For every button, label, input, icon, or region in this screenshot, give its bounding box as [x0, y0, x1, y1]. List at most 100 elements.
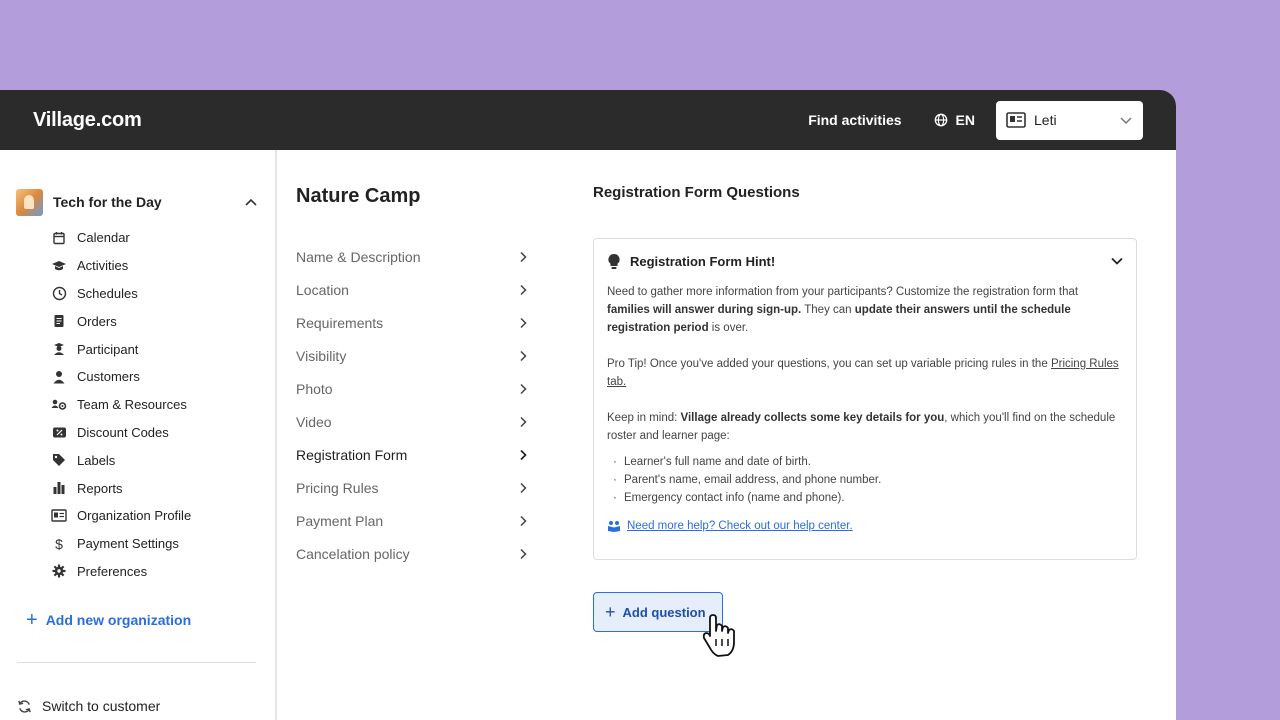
chevron-right-icon: [520, 483, 527, 494]
menu-item-visibility[interactable]: Visibility: [296, 339, 536, 372]
menu-item-label: Requirements: [296, 314, 384, 331]
menu-item-label: Photo: [296, 380, 333, 397]
sidebar-item-label: Orders: [77, 313, 117, 329]
chevron-up-icon[interactable]: [244, 196, 258, 210]
sidebar-item-activities[interactable]: Activities: [50, 252, 191, 280]
hint-text: Need to gather more information from you…: [607, 286, 1079, 298]
help-center-link[interactable]: Need more help? Check out our help cente…: [627, 517, 853, 535]
menu-item-requirements[interactable]: Requirements: [296, 306, 536, 339]
add-question-label: Add question: [622, 604, 706, 620]
menu-item-name-description[interactable]: Name & Description: [296, 240, 536, 273]
chevron-right-icon: [520, 317, 527, 328]
sidebar-item-label: Organization Profile: [77, 508, 192, 524]
menu-item-location[interactable]: Location: [296, 273, 536, 306]
user-dropdown[interactable]: Leti: [996, 100, 1143, 140]
hint-text: They can: [801, 304, 855, 316]
hint-header[interactable]: Registration Form Hint!: [607, 251, 1123, 271]
team-icon: [50, 396, 68, 414]
sidebar-item-team-resources[interactable]: Team & Resources: [50, 391, 191, 419]
section-title: Registration Form Questions: [593, 184, 800, 201]
calendar-icon: [50, 229, 68, 247]
menu-item-cancelation-policy[interactable]: Cancelation policy: [296, 538, 536, 571]
add-organization-button[interactable]: + Add new organization: [26, 609, 192, 631]
sidebar-item-reports[interactable]: Reports: [50, 474, 191, 502]
clock-icon: [50, 284, 68, 302]
chevron-right-icon: [520, 383, 527, 394]
sidebar-item-label: Activities: [77, 258, 129, 274]
menu-item-label: Cancelation policy: [296, 546, 410, 563]
chevron-right-icon: [520, 284, 527, 295]
plus-icon: +: [26, 609, 38, 631]
hand-pointer-cursor-icon: [702, 614, 735, 657]
collected-details-list: Learner's full name and date of birth. P…: [607, 453, 1123, 507]
refresh-icon: [18, 699, 31, 713]
organization-name: Tech for the Day: [53, 194, 162, 210]
chevron-right-icon: [520, 416, 527, 428]
chevron-down-icon: [1120, 116, 1132, 124]
brand-logo[interactable]: Village.com: [33, 109, 142, 132]
chevron-right-icon: [520, 549, 527, 560]
help-center-icon: [608, 521, 620, 532]
organization-avatar: [16, 188, 43, 216]
sidebar-item-organization-profile[interactable]: Organization Profile: [50, 502, 191, 530]
hint-text: Keep in mind:: [607, 412, 681, 424]
sidebar-item-label: Calendar: [77, 230, 130, 246]
menu-item-video[interactable]: Video: [296, 405, 536, 438]
language-label: EN: [955, 112, 975, 128]
hint-paragraph-1: Need to gather more information from you…: [607, 283, 1123, 337]
organization-header[interactable]: Tech for the Day: [16, 188, 262, 216]
switch-to-customer-label: Switch to customer: [42, 698, 161, 714]
sidebar-item-schedules[interactable]: Schedules: [50, 280, 191, 308]
sidebar: Tech for the Day Calendar Activities Sch…: [0, 150, 277, 720]
sidebar-item-label: Preferences: [77, 563, 148, 579]
hint-text-bold: families will answer during sign-up.: [607, 304, 802, 316]
lightbulb-icon: [608, 253, 620, 269]
chevron-down-icon[interactable]: [1110, 254, 1124, 268]
sidebar-item-calendar[interactable]: Calendar: [50, 224, 191, 252]
menu-item-photo[interactable]: Photo: [296, 372, 536, 405]
menu-item-label: Payment Plan: [296, 513, 384, 530]
id-card-icon: [1006, 112, 1026, 128]
globe-icon: [934, 113, 947, 127]
language-selector[interactable]: EN: [934, 112, 975, 128]
user-name: Leti: [1034, 112, 1057, 128]
switch-to-customer-button[interactable]: Switch to customer: [17, 698, 160, 714]
sidebar-item-discount-codes[interactable]: Discount Codes: [50, 419, 191, 447]
sidebar-item-label: Discount Codes: [77, 424, 169, 440]
hint-title: Registration Form Hint!: [630, 253, 776, 269]
add-organization-label: Add new organization: [45, 612, 192, 628]
menu-item-label: Name & Description: [296, 248, 421, 265]
receipt-icon: [50, 312, 68, 330]
sidebar-item-label: Team & Resources: [77, 397, 187, 413]
bar-chart-icon: [50, 479, 68, 497]
dollar-icon: $: [55, 535, 63, 552]
menu-item-label: Pricing Rules: [296, 480, 379, 497]
student-icon: [50, 340, 68, 358]
id-card-icon: [50, 507, 68, 525]
tag-icon: [50, 451, 68, 469]
sidebar-item-customers[interactable]: Customers: [50, 363, 191, 391]
chevron-right-icon: [520, 450, 527, 461]
chevron-right-icon: [520, 251, 527, 262]
menu-item-label: Registration Form: [296, 447, 408, 464]
sidebar-item-preferences[interactable]: Preferences: [50, 558, 191, 586]
activity-menu: Name & Description Location Requirements…: [296, 240, 536, 571]
sidebar-item-participant[interactable]: Participant: [50, 335, 191, 363]
hint-text: Pro Tip! Once you've added your question…: [607, 358, 1051, 370]
top-right-controls: Find activities EN Leti: [808, 100, 1143, 140]
list-item: Parent's name, email address, and phone …: [607, 471, 1123, 489]
sidebar-divider: [17, 662, 256, 663]
menu-item-payment-plan[interactable]: Payment Plan: [296, 505, 536, 538]
sidebar-item-orders[interactable]: Orders: [50, 307, 191, 335]
sidebar-item-payment-settings[interactable]: $ Payment Settings: [50, 530, 191, 558]
page-title: Nature Camp: [296, 185, 421, 207]
menu-item-registration-form[interactable]: Registration Form: [296, 439, 536, 472]
top-bar: Village.com Find activities EN Leti: [0, 90, 1176, 150]
gear-icon: [50, 562, 68, 580]
discount-icon: [50, 423, 68, 441]
find-activities-link[interactable]: Find activities: [808, 112, 901, 128]
sidebar-item-label: Payment Settings: [77, 536, 179, 552]
sidebar-item-labels[interactable]: Labels: [50, 446, 191, 474]
menu-item-pricing-rules[interactable]: Pricing Rules: [296, 472, 536, 505]
plus-icon: +: [605, 602, 616, 622]
